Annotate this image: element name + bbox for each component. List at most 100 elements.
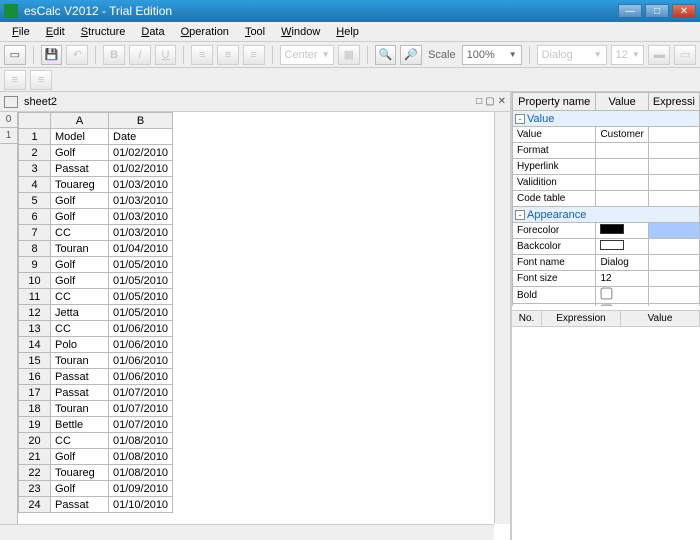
- collapse-icon[interactable]: -: [515, 210, 525, 220]
- zoom-in-button[interactable]: 🔍: [375, 45, 397, 65]
- cell-b[interactable]: 01/03/2010: [109, 193, 173, 209]
- cell-a[interactable]: Passat: [51, 369, 109, 385]
- prop-value[interactable]: Value: [513, 127, 596, 143]
- cell-b[interactable]: 01/04/2010: [109, 241, 173, 257]
- row-header[interactable]: 14: [19, 337, 51, 353]
- cell-a[interactable]: Golf: [51, 449, 109, 465]
- cell-a[interactable]: Golf: [51, 273, 109, 289]
- cell-b[interactable]: 01/08/2010: [109, 433, 173, 449]
- horizontal-scrollbar[interactable]: [0, 524, 494, 540]
- row-header[interactable]: 2: [19, 145, 51, 161]
- table-row[interactable]: 16Passat01/06/2010: [19, 369, 173, 385]
- table-row[interactable]: 10Golf01/05/2010: [19, 273, 173, 289]
- row-header[interactable]: 22: [19, 465, 51, 481]
- align-right-button[interactable]: ≡: [243, 45, 265, 65]
- cell-b[interactable]: 01/07/2010: [109, 401, 173, 417]
- italic-checkbox[interactable]: [601, 305, 613, 306]
- cell-a[interactable]: Touran: [51, 353, 109, 369]
- cell-b[interactable]: 01/09/2010: [109, 481, 173, 497]
- cell-b[interactable]: 01/03/2010: [109, 177, 173, 193]
- table-row[interactable]: 5Golf01/03/2010: [19, 193, 173, 209]
- cell-b[interactable]: 01/07/2010: [109, 385, 173, 401]
- table-row[interactable]: 6Golf01/03/2010: [19, 209, 173, 225]
- cell-b[interactable]: 01/08/2010: [109, 449, 173, 465]
- row-header[interactable]: 5: [19, 193, 51, 209]
- align-center-button[interactable]: ≡: [217, 45, 239, 65]
- table-row[interactable]: 7CC01/03/2010: [19, 225, 173, 241]
- corner-cell[interactable]: [19, 113, 51, 129]
- backcolor-swatch[interactable]: [600, 240, 624, 250]
- zoom-out-button[interactable]: 🔎: [400, 45, 422, 65]
- cell-a[interactable]: CC: [51, 289, 109, 305]
- cell-a[interactable]: CC: [51, 225, 109, 241]
- row-header[interactable]: 19: [19, 417, 51, 433]
- prop-hyperlink[interactable]: Hyperlink: [513, 159, 596, 175]
- table-row[interactable]: 17Passat01/07/2010: [19, 385, 173, 401]
- table-row[interactable]: 24Passat01/10/2010: [19, 497, 173, 513]
- table-row[interactable]: 4Touareg01/03/2010: [19, 177, 173, 193]
- expression-panel-body[interactable]: [512, 326, 700, 540]
- bold-button[interactable]: B: [103, 45, 125, 65]
- cell-a[interactable]: Golf: [51, 209, 109, 225]
- menu-edit[interactable]: Edit: [38, 24, 73, 40]
- cell-b[interactable]: 01/10/2010: [109, 497, 173, 513]
- cell-a[interactable]: Touran: [51, 401, 109, 417]
- row-header[interactable]: 11: [19, 289, 51, 305]
- cell-b[interactable]: 01/07/2010: [109, 417, 173, 433]
- cell-a[interactable]: Touran: [51, 241, 109, 257]
- cell-a[interactable]: Golf: [51, 145, 109, 161]
- cell-b[interactable]: 01/06/2010: [109, 369, 173, 385]
- row-header[interactable]: 7: [19, 225, 51, 241]
- grid[interactable]: 0 1 A B 1ModelDate2Golf01/02/20103Passat…: [0, 112, 510, 540]
- level-1[interactable]: 1: [0, 128, 17, 144]
- table-row[interactable]: 21Golf01/08/2010: [19, 449, 173, 465]
- menu-file[interactable]: File: [4, 24, 38, 40]
- menu-operation[interactable]: Operation: [173, 24, 237, 40]
- cell-a[interactable]: Bettle: [51, 417, 109, 433]
- prop-bold[interactable]: Bold: [513, 287, 596, 304]
- row-header[interactable]: 10: [19, 273, 51, 289]
- forecolor-swatch[interactable]: [600, 224, 624, 234]
- table-row[interactable]: 9Golf01/05/2010: [19, 257, 173, 273]
- scale-combo[interactable]: 100%▼: [462, 45, 522, 65]
- row-header[interactable]: 6: [19, 209, 51, 225]
- collapse-icon[interactable]: -: [515, 114, 525, 124]
- cell-a[interactable]: Passat: [51, 385, 109, 401]
- data-table[interactable]: A B 1ModelDate2Golf01/02/20103Passat01/0…: [18, 112, 173, 513]
- bold-checkbox[interactable]: [601, 288, 613, 300]
- table-row[interactable]: 22Touareg01/08/2010: [19, 465, 173, 481]
- row-header[interactable]: 8: [19, 241, 51, 257]
- section-value[interactable]: -Value: [513, 111, 700, 127]
- table-row[interactable]: 23Golf01/09/2010: [19, 481, 173, 497]
- row-header[interactable]: 3: [19, 161, 51, 177]
- cell-b[interactable]: 01/05/2010: [109, 273, 173, 289]
- underline-button[interactable]: U: [155, 45, 177, 65]
- row-header[interactable]: 18: [19, 401, 51, 417]
- cell-b[interactable]: 01/06/2010: [109, 321, 173, 337]
- cell-b[interactable]: 01/03/2010: [109, 225, 173, 241]
- col-header-b[interactable]: B: [109, 113, 173, 129]
- cell-a[interactable]: Touareg: [51, 177, 109, 193]
- prop-format[interactable]: Format: [513, 143, 596, 159]
- cell-b[interactable]: 01/06/2010: [109, 337, 173, 353]
- sheet-close-icon[interactable]: ✕: [498, 96, 506, 107]
- menu-tool[interactable]: Tool: [237, 24, 273, 40]
- close-button[interactable]: ✕: [672, 4, 696, 18]
- row-header[interactable]: 13: [19, 321, 51, 337]
- row-header[interactable]: 21: [19, 449, 51, 465]
- cell-a[interactable]: Golf: [51, 481, 109, 497]
- row-header[interactable]: 17: [19, 385, 51, 401]
- table-row[interactable]: 3Passat01/02/2010: [19, 161, 173, 177]
- menu-structure[interactable]: Structure: [73, 24, 134, 40]
- menu-help[interactable]: Help: [328, 24, 367, 40]
- cell-b[interactable]: 01/02/2010: [109, 145, 173, 161]
- table-row[interactable]: 2Golf01/02/2010: [19, 145, 173, 161]
- prop-fontname[interactable]: Font name: [513, 255, 596, 271]
- table-row[interactable]: 8Touran01/04/2010: [19, 241, 173, 257]
- vertical-scrollbar[interactable]: [494, 112, 510, 524]
- table-row[interactable]: 20CC01/08/2010: [19, 433, 173, 449]
- cell-b[interactable]: 01/06/2010: [109, 353, 173, 369]
- cell-b[interactable]: 01/02/2010: [109, 161, 173, 177]
- prop-codetable[interactable]: Code table: [513, 191, 596, 207]
- cell-a[interactable]: Passat: [51, 161, 109, 177]
